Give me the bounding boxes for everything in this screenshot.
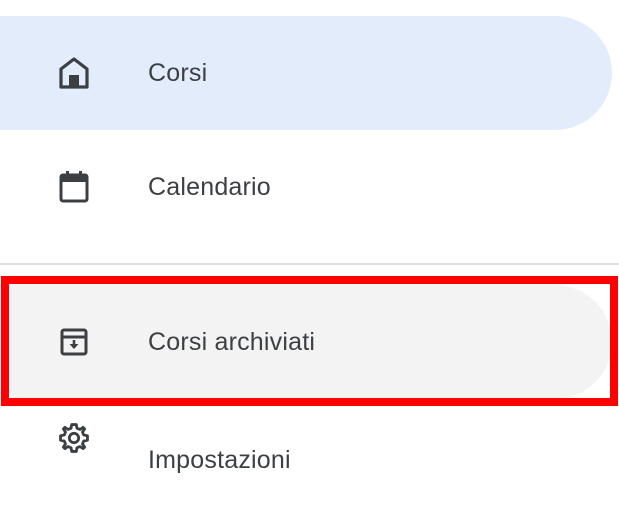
sidebar-item-impostazioni[interactable]: Impostazioni bbox=[0, 402, 612, 516]
sidebar-item-calendario[interactable]: Calendario bbox=[0, 130, 612, 244]
sidebar-item-corsi[interactable]: Corsi bbox=[0, 16, 612, 130]
sidebar-item-label: Impostazioni bbox=[148, 446, 291, 474]
settings-gear-icon bbox=[52, 416, 96, 460]
home-icon bbox=[52, 51, 96, 95]
calendar-icon bbox=[52, 165, 96, 209]
sidebar-item-corsi-archiviati[interactable]: Corsi archiviati bbox=[0, 285, 612, 399]
sidebar-divider bbox=[0, 263, 619, 265]
sidebar-item-label: Corsi archiviati bbox=[148, 327, 316, 356]
sidebar-item-label: Corsi bbox=[148, 58, 208, 87]
sidebar-item-label: Calendario bbox=[148, 172, 271, 201]
archive-icon bbox=[52, 320, 96, 364]
